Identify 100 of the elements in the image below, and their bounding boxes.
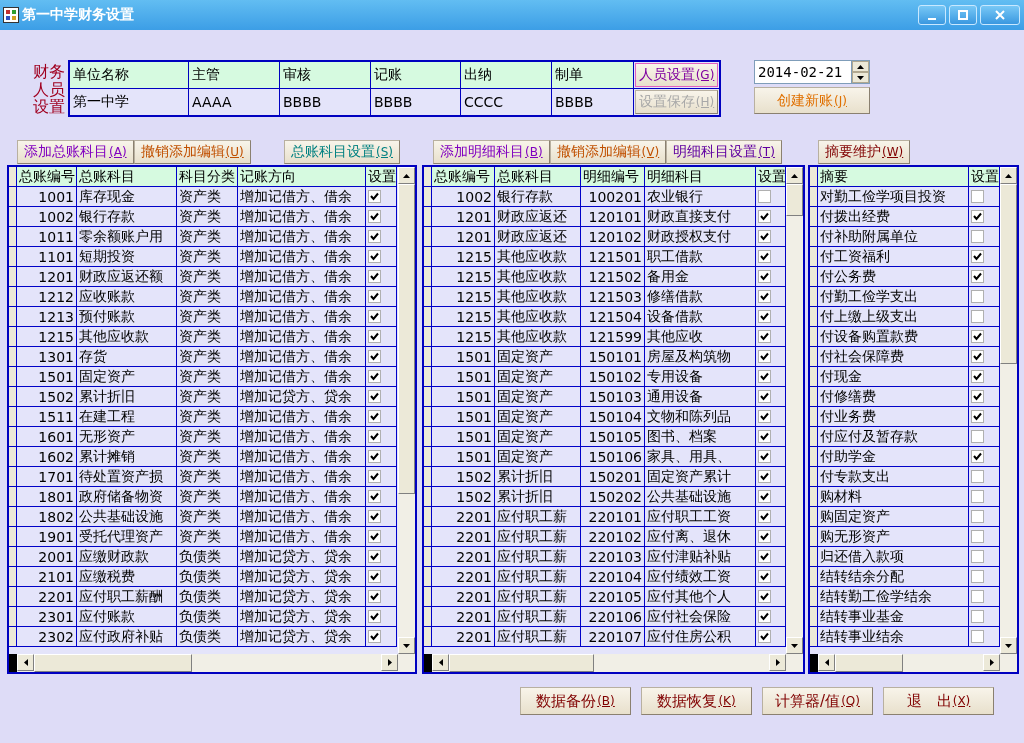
scroll-down-button[interactable] bbox=[786, 637, 803, 654]
checkbox[interactable] bbox=[971, 190, 984, 203]
detail-settings-button[interactable]: 明细科目设置(T) bbox=[666, 140, 782, 164]
checkbox[interactable] bbox=[368, 270, 381, 283]
scroll-left-button[interactable] bbox=[818, 654, 835, 671]
scroll-left-button[interactable] bbox=[432, 654, 449, 671]
field-value[interactable]: CCCC bbox=[461, 89, 551, 115]
checkbox[interactable] bbox=[758, 550, 771, 563]
undo-edit-button[interactable]: 撤销添加编辑(V) bbox=[549, 140, 667, 164]
row-selector[interactable] bbox=[810, 367, 818, 387]
row-selector[interactable] bbox=[810, 227, 818, 247]
row-selector[interactable] bbox=[810, 487, 818, 507]
checkbox[interactable] bbox=[971, 250, 984, 263]
date-field[interactable]: 2014-02-21 bbox=[754, 60, 852, 84]
row-selector[interactable] bbox=[9, 487, 17, 507]
checkbox[interactable] bbox=[758, 610, 771, 623]
row-selector[interactable] bbox=[810, 347, 818, 367]
minimize-button[interactable] bbox=[918, 5, 946, 25]
checkbox[interactable] bbox=[971, 270, 984, 283]
scrollbar-thumb[interactable] bbox=[835, 654, 903, 672]
vertical-scrollbar[interactable] bbox=[1000, 167, 1017, 654]
checkbox[interactable] bbox=[758, 370, 771, 383]
scroll-up-button[interactable] bbox=[786, 167, 803, 184]
restore-button[interactable]: 数据恢复(K) bbox=[641, 687, 752, 715]
exit-button[interactable]: 退 出(X) bbox=[883, 687, 994, 715]
checkbox[interactable] bbox=[368, 630, 381, 643]
column-header[interactable]: 总账科目 bbox=[77, 167, 177, 187]
checkbox[interactable] bbox=[758, 310, 771, 323]
row-selector[interactable] bbox=[810, 587, 818, 607]
row-selector[interactable] bbox=[424, 607, 432, 627]
checkbox[interactable] bbox=[758, 450, 771, 463]
row-selector[interactable] bbox=[9, 267, 17, 287]
row-selector[interactable] bbox=[810, 307, 818, 327]
row-selector[interactable] bbox=[810, 427, 818, 447]
row-selector[interactable] bbox=[810, 547, 818, 567]
column-header[interactable]: 总账科目 bbox=[495, 167, 581, 187]
row-selector[interactable] bbox=[9, 367, 17, 387]
add-account-button[interactable]: 添加总账科目(A) bbox=[17, 140, 134, 164]
checkbox[interactable] bbox=[971, 370, 984, 383]
scroll-up-button[interactable] bbox=[1000, 167, 1017, 184]
checkbox[interactable] bbox=[971, 530, 984, 543]
row-selector[interactable] bbox=[810, 447, 818, 467]
checkbox[interactable] bbox=[368, 350, 381, 363]
row-selector[interactable] bbox=[424, 367, 432, 387]
checkbox[interactable] bbox=[971, 590, 984, 603]
row-selector[interactable] bbox=[9, 467, 17, 487]
scrollbar-thumb[interactable] bbox=[786, 184, 803, 216]
checkbox[interactable] bbox=[368, 610, 381, 623]
checkbox[interactable] bbox=[368, 450, 381, 463]
row-selector[interactable] bbox=[424, 627, 432, 647]
scroll-down-button[interactable] bbox=[1000, 637, 1017, 654]
field-value[interactable]: BBBB bbox=[371, 89, 460, 115]
checkbox[interactable] bbox=[368, 310, 381, 323]
row-selector[interactable] bbox=[810, 207, 818, 227]
checkbox[interactable] bbox=[758, 530, 771, 543]
scrollbar-thumb[interactable] bbox=[34, 654, 192, 672]
row-selector[interactable] bbox=[810, 607, 818, 627]
row-selector[interactable] bbox=[810, 567, 818, 587]
checkbox[interactable] bbox=[971, 310, 984, 323]
scroll-right-button[interactable] bbox=[769, 654, 786, 671]
staff-settings-button[interactable]: 人员设置(G) bbox=[635, 63, 718, 87]
checkbox[interactable] bbox=[971, 230, 984, 243]
column-header[interactable]: 设置 bbox=[756, 167, 786, 187]
checkbox[interactable] bbox=[368, 550, 381, 563]
scroll-left-button[interactable] bbox=[17, 654, 34, 671]
column-header[interactable]: 设置 bbox=[366, 167, 397, 187]
row-selector[interactable] bbox=[9, 587, 17, 607]
row-selector[interactable] bbox=[810, 387, 818, 407]
row-selector[interactable] bbox=[424, 227, 432, 247]
row-selector[interactable] bbox=[9, 447, 17, 467]
row-selector[interactable] bbox=[810, 327, 818, 347]
checkbox[interactable] bbox=[971, 410, 984, 423]
account-settings-button[interactable]: 总账科目设置(S) bbox=[284, 140, 400, 164]
row-selector[interactable] bbox=[810, 627, 818, 647]
checkbox[interactable] bbox=[758, 190, 771, 203]
row-selector[interactable] bbox=[424, 527, 432, 547]
row-selector[interactable] bbox=[9, 227, 17, 247]
row-selector[interactable] bbox=[9, 187, 17, 207]
row-selector[interactable] bbox=[424, 267, 432, 287]
row-selector[interactable] bbox=[9, 387, 17, 407]
calculator-button[interactable]: 计算器/值(Q) bbox=[762, 687, 873, 715]
checkbox[interactable] bbox=[758, 430, 771, 443]
checkbox[interactable] bbox=[368, 530, 381, 543]
row-selector[interactable] bbox=[9, 327, 17, 347]
add-detail-button[interactable]: 添加明细科目(B) bbox=[433, 140, 550, 164]
checkbox[interactable] bbox=[971, 390, 984, 403]
close-button[interactable] bbox=[980, 5, 1020, 25]
column-header[interactable]: 科目分类 bbox=[177, 167, 238, 187]
checkbox[interactable] bbox=[971, 470, 984, 483]
column-header[interactable]: 记账方向 bbox=[238, 167, 366, 187]
checkbox[interactable] bbox=[758, 350, 771, 363]
checkbox[interactable] bbox=[971, 210, 984, 223]
row-selector[interactable] bbox=[424, 487, 432, 507]
scrollbar-thumb[interactable] bbox=[449, 654, 594, 672]
row-selector[interactable] bbox=[424, 407, 432, 427]
row-selector[interactable] bbox=[9, 247, 17, 267]
row-selector[interactable] bbox=[9, 567, 17, 587]
field-value[interactable]: AAAA bbox=[189, 89, 279, 115]
row-selector[interactable] bbox=[424, 447, 432, 467]
row-selector[interactable] bbox=[9, 307, 17, 327]
